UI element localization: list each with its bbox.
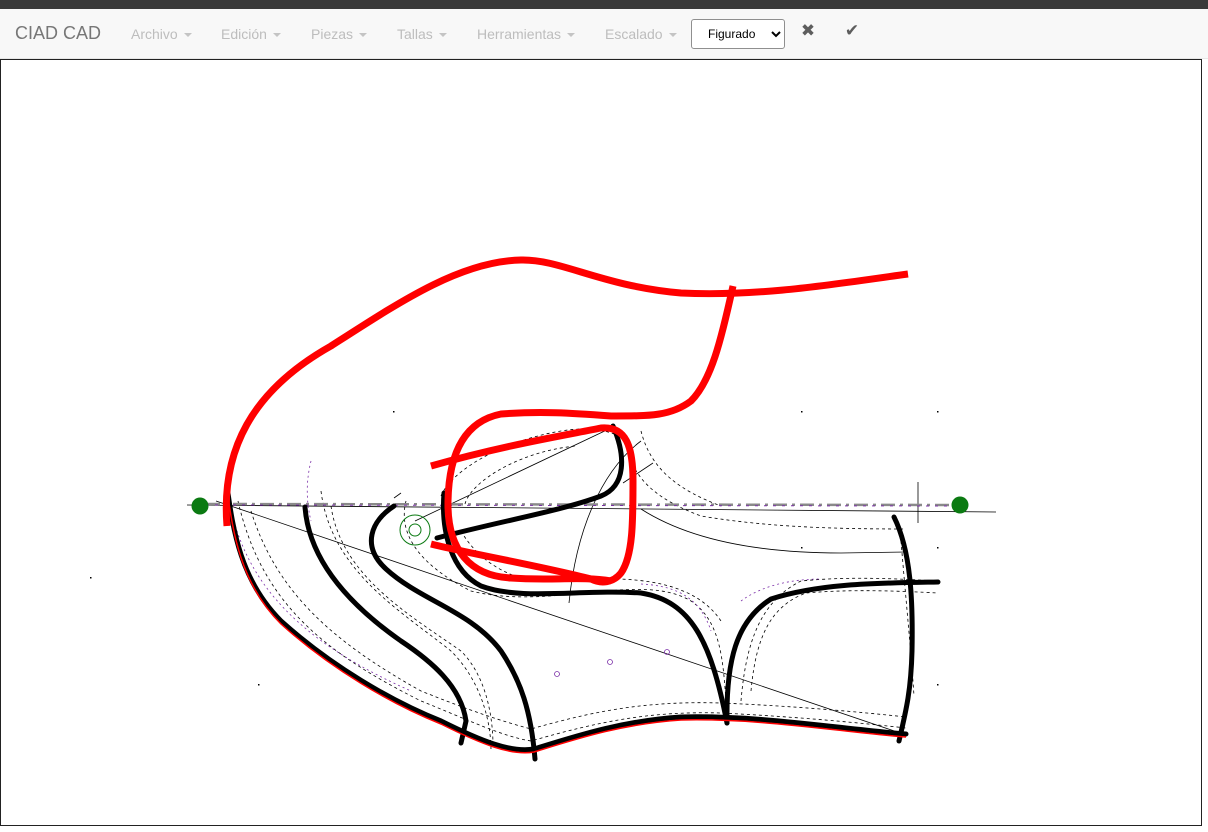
menu-piezas-label: Piezas xyxy=(311,26,354,42)
dart-tick-line xyxy=(622,462,654,484)
curve-line xyxy=(640,508,907,554)
cancel-button[interactable]: ✖ xyxy=(798,19,818,43)
caret-down-icon xyxy=(359,33,368,38)
caret-down-icon xyxy=(567,33,576,38)
pivot-marker[interactable] xyxy=(399,514,431,546)
drawing-canvas[interactable] xyxy=(0,59,1202,826)
handle-right[interactable] xyxy=(951,496,969,514)
menu-edicion[interactable]: Edición xyxy=(221,26,281,42)
diagonal-line xyxy=(215,500,907,736)
outer-contour-red xyxy=(226,488,907,754)
pattern-lines-black xyxy=(224,423,941,762)
menu-piezas[interactable]: Piezas xyxy=(311,26,368,42)
close-icon: ✖ xyxy=(800,21,816,41)
caret-down-icon xyxy=(438,33,447,38)
menu-escalado[interactable]: Escalado xyxy=(605,26,677,42)
caret-down-icon xyxy=(668,33,677,38)
caret-down-icon xyxy=(183,33,192,38)
menu-tallas[interactable]: Tallas xyxy=(397,26,447,42)
start-tick-line xyxy=(393,492,402,499)
menu-tallas-label: Tallas xyxy=(397,26,433,42)
pattern-drawing[interactable] xyxy=(1,60,1201,825)
pattern-lines-red xyxy=(222,256,909,586)
confirm-button[interactable]: ✔ xyxy=(842,19,862,43)
menu-escalado-label: Escalado xyxy=(605,26,663,42)
caret-down-icon xyxy=(272,33,281,38)
handle-left[interactable] xyxy=(191,497,209,515)
mode-select[interactable]: Figurado xyxy=(691,19,785,49)
menu-herramientas[interactable]: Herramientas xyxy=(477,26,576,42)
window-top-strip xyxy=(0,0,1208,9)
navbar: CIAD CAD Archivo Edición Piezas Tallas H… xyxy=(0,9,1208,59)
reference-dots xyxy=(90,411,939,686)
check-icon: ✔ xyxy=(844,21,860,41)
menu-herramientas-label: Herramientas xyxy=(477,26,562,42)
menu-edicion-label: Edición xyxy=(221,26,267,42)
menu-archivo[interactable]: Archivo xyxy=(131,26,192,42)
app-brand[interactable]: CIAD CAD xyxy=(15,23,101,44)
menu-archivo-label: Archivo xyxy=(131,26,178,42)
